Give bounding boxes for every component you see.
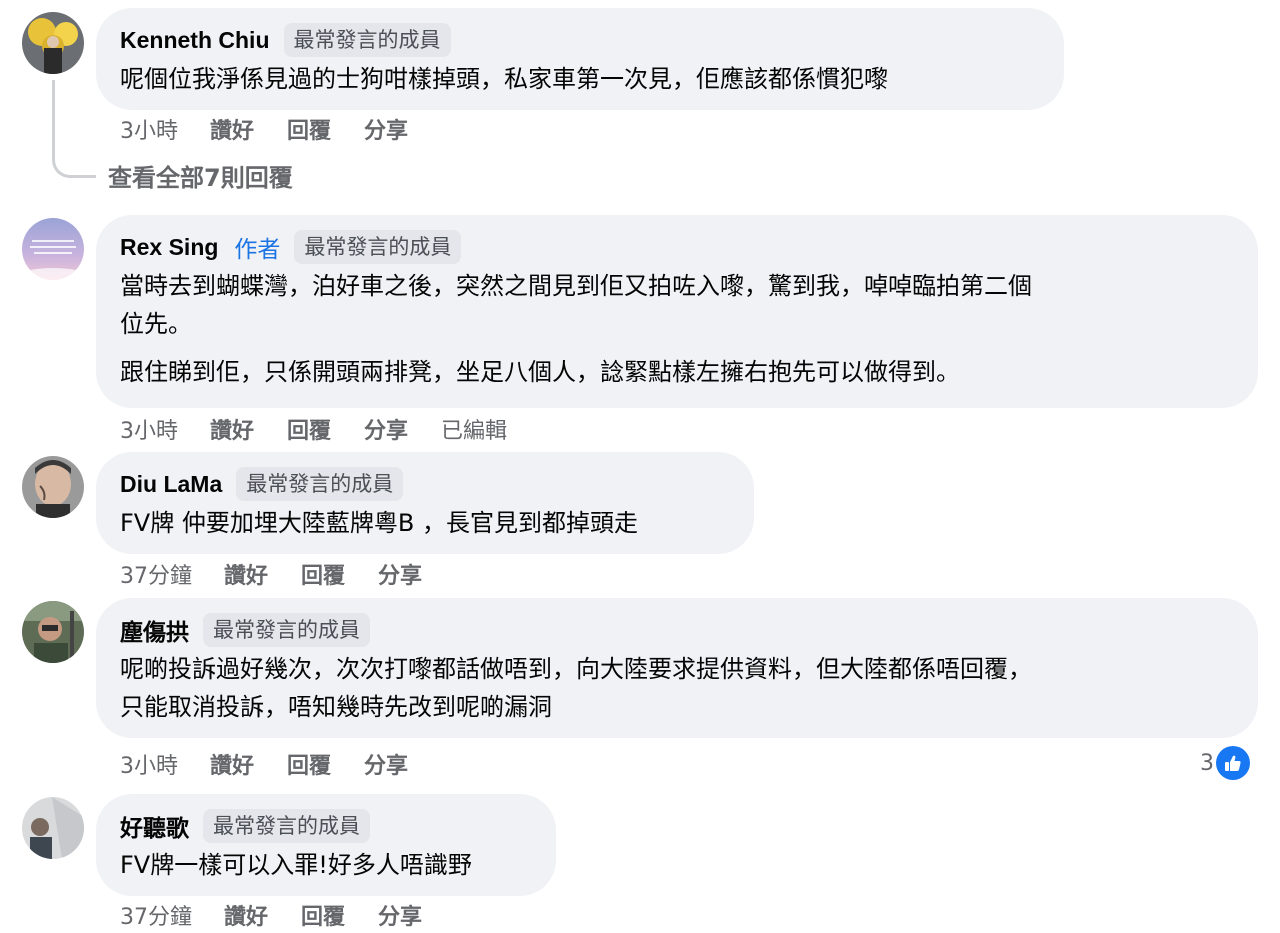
comment-actions: 3小時 讚好 回覆 分享 已編輯	[120, 413, 507, 445]
commenter-name[interactable]: Rex Sing	[120, 234, 218, 261]
avatar[interactable]	[22, 456, 84, 518]
reaction-count: 3	[1200, 750, 1214, 776]
share-button[interactable]: 分享	[378, 558, 422, 590]
avatar[interactable]	[22, 218, 84, 280]
reply-button[interactable]: 回覆	[287, 748, 331, 780]
commenter-name[interactable]: 好聽歌	[120, 809, 189, 843]
comment-actions: 3小時 讚好 回覆 分享	[120, 113, 441, 145]
avatar[interactable]	[22, 601, 84, 663]
avatar[interactable]	[22, 797, 84, 859]
top-contributor-badge: 最常發言的成員	[203, 809, 370, 843]
commenter-name[interactable]: 塵傷拱	[120, 613, 189, 647]
comment-time[interactable]: 3小時	[120, 113, 178, 145]
comment-text-line: 位先。	[120, 310, 192, 338]
reply-button[interactable]: 回覆	[301, 558, 345, 590]
top-contributor-badge: 最常發言的成員	[294, 230, 462, 264]
avatar[interactable]	[22, 12, 84, 74]
comment-text: FV牌 仲要加埋大陸藍牌粵B ，長官見到都掉頭走	[120, 509, 638, 537]
comment-text-line: 只能取消投訴，唔知幾時先改到呢啲漏洞	[120, 693, 552, 721]
comment-bubble: 塵傷拱 最常發言的成員 呢啲投訴過好幾次，次次打嚟都話做唔到，向大陸要求提供資料…	[96, 598, 1258, 738]
reply-button[interactable]: 回覆	[301, 899, 345, 931]
reply-button[interactable]: 回覆	[287, 413, 331, 445]
like-button[interactable]: 讚好	[224, 899, 268, 931]
comment-text-line: 呢啲投訴過好幾次，次次打嚟都話做唔到，向大陸要求提供資料，但大陸都係唔回覆，	[120, 655, 1032, 683]
top-contributor-badge: 最常發言的成員	[203, 613, 370, 647]
edited-label[interactable]: 已編輯	[441, 413, 507, 445]
comment-actions: 37分鐘 讚好 回覆 分享	[120, 899, 455, 931]
like-button[interactable]: 讚好	[224, 558, 268, 590]
share-button[interactable]: 分享	[364, 748, 408, 780]
comment-text-line: 跟住睇到佢，只係開頭兩排凳，坐足八個人，諗緊點樣左擁右抱先可以做得到。	[120, 358, 960, 386]
comment-time[interactable]: 37分鐘	[120, 899, 192, 931]
thumbs-up-icon	[1216, 746, 1250, 780]
view-all-replies-link[interactable]: 查看全部7則回覆	[108, 158, 293, 193]
thread-line	[52, 80, 96, 178]
reaction-summary[interactable]: 3	[1200, 746, 1250, 780]
comment-bubble: Diu LaMa 最常發言的成員 FV牌 仲要加埋大陸藍牌粵B ，長官見到都掉頭…	[96, 452, 754, 554]
top-contributor-badge: 最常發言的成員	[283, 23, 451, 57]
commenter-name[interactable]: Kenneth Chiu	[120, 27, 270, 54]
comment-time[interactable]: 3小時	[120, 748, 178, 780]
comment-text: FV牌一樣可以入罪!好多人唔識野	[120, 851, 472, 879]
share-button[interactable]: 分享	[378, 899, 422, 931]
comment-actions: 3小時 讚好 回覆 分享	[120, 748, 441, 780]
comment-text-line: 當時去到蝴蝶灣，泊好車之後，突然之間見到佢又拍咗入嚟，驚到我，啅啅臨拍第二個	[120, 272, 1032, 300]
share-button[interactable]: 分享	[364, 413, 408, 445]
comment-bubble: Kenneth Chiu 最常發言的成員 呢個位我淨係見過的士狗咁樣掉頭，私家車…	[96, 8, 1064, 110]
author-label: 作者	[234, 237, 281, 263]
comment-time[interactable]: 37分鐘	[120, 558, 192, 590]
comment-text: 呢個位我淨係見過的士狗咁樣掉頭，私家車第一次見，佢應該都係慣犯嚟	[120, 65, 888, 93]
like-button[interactable]: 讚好	[210, 748, 254, 780]
comment-bubble: 好聽歌 最常發言的成員 FV牌一樣可以入罪!好多人唔識野	[96, 794, 556, 896]
commenter-name[interactable]: Diu LaMa	[120, 471, 222, 498]
share-button[interactable]: 分享	[364, 113, 408, 145]
like-button[interactable]: 讚好	[210, 113, 254, 145]
like-button[interactable]: 讚好	[210, 413, 254, 445]
comment-time[interactable]: 3小時	[120, 413, 178, 445]
comment-bubble: Rex Sing 作者 最常發言的成員 當時去到蝴蝶灣，泊好車之後，突然之間見到…	[96, 215, 1258, 408]
reply-button[interactable]: 回覆	[287, 113, 331, 145]
top-contributor-badge: 最常發言的成員	[236, 467, 404, 501]
comment-actions: 37分鐘 讚好 回覆 分享	[120, 558, 455, 590]
